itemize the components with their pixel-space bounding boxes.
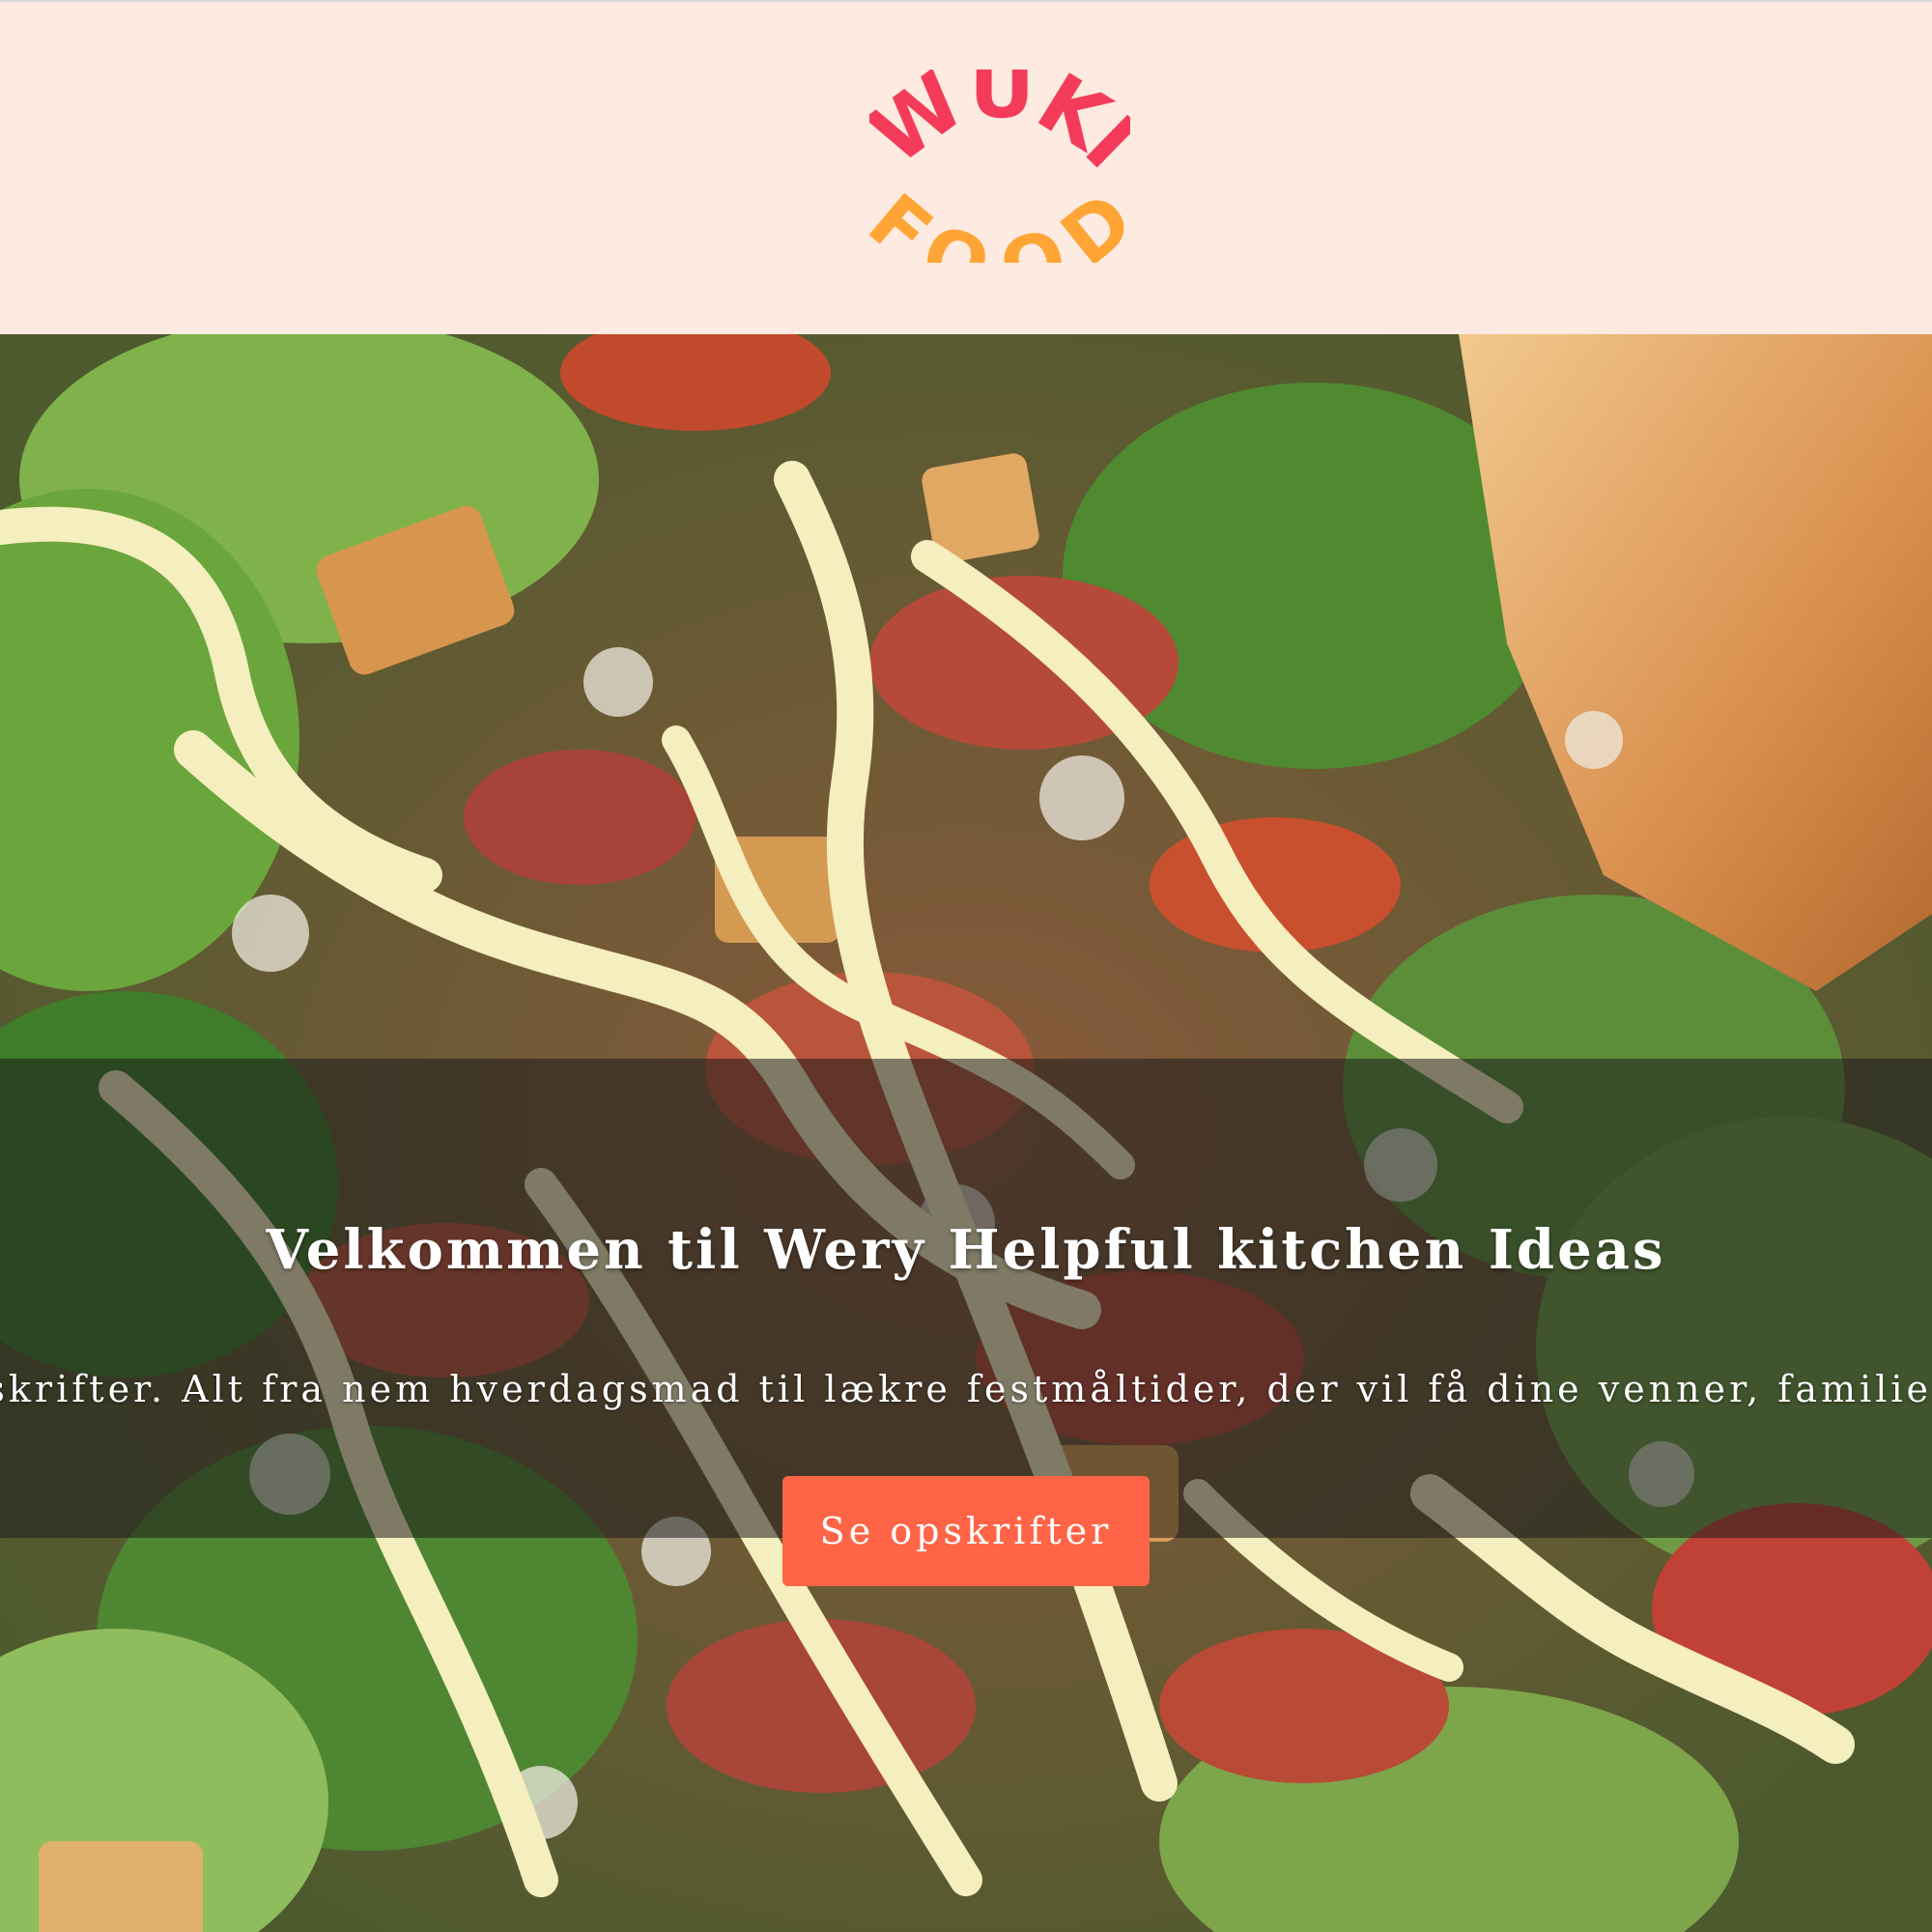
welcome-banner: Velkommen til Wery Helpful kitchen Ideas… xyxy=(0,1059,1932,1586)
hero-section: Velkommen til Wery Helpful kitchen Ideas… xyxy=(0,334,1932,1932)
hero-subtitle-clip: opskrifter. Alt fra nem hverdagsmad til … xyxy=(0,1368,1932,1426)
site-header: WUKI FOOD xyxy=(0,0,1932,334)
page: WUKI FOOD xyxy=(0,0,1932,1932)
hero-subtitle: opskrifter. Alt fra nem hverdagsmad til … xyxy=(0,1368,1932,1410)
logo-word-bottom: FOOD xyxy=(869,178,1130,263)
logo-word-top: WUKI xyxy=(869,70,1130,185)
wuki-food-logo[interactable]: WUKI FOOD xyxy=(869,70,1130,263)
hero-title: Velkommen til Wery Helpful kitchen Ideas xyxy=(266,1218,1666,1282)
see-recipes-button[interactable]: Se opskrifter xyxy=(782,1476,1150,1586)
